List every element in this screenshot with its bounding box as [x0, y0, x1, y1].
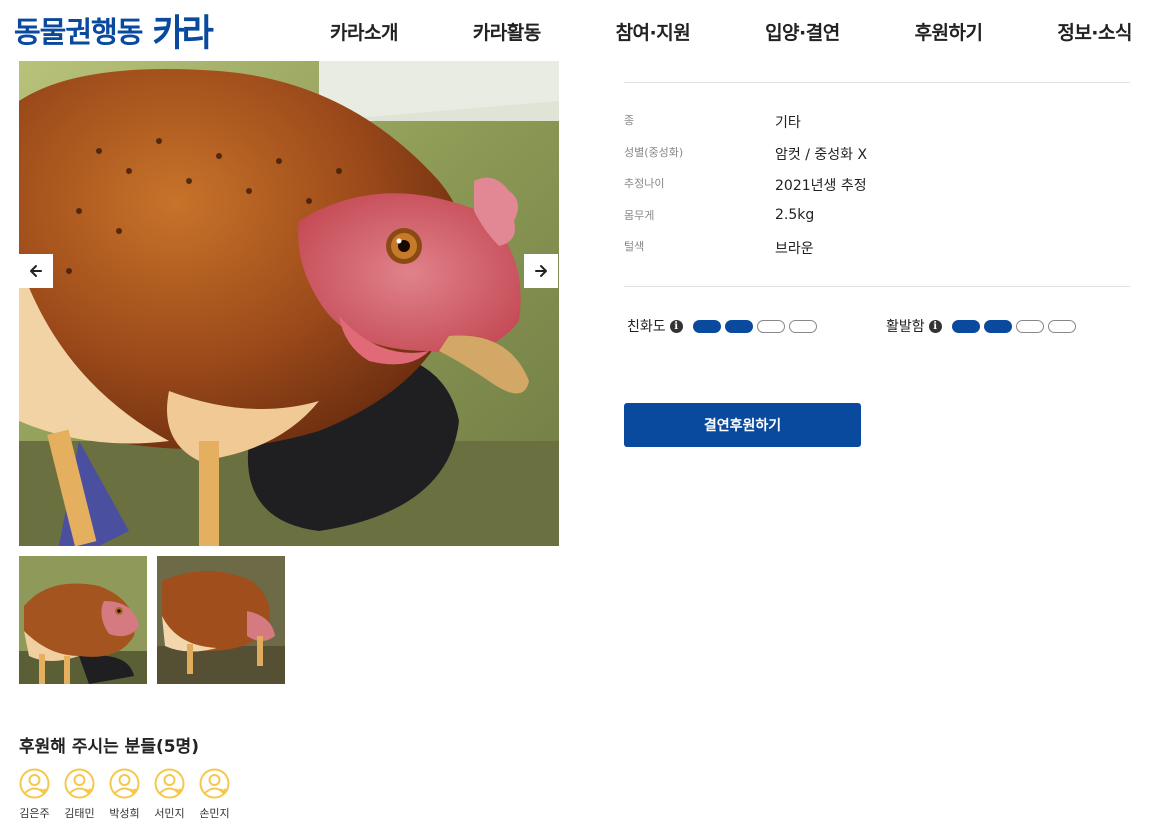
- nav-item-activities[interactable]: 카라활동: [461, 14, 553, 49]
- main-nav: 카라소개 카라활동 참여·지원 입양·결연 후원하기 정보·소식: [318, 14, 1144, 49]
- detail-label: 성별(중성화): [624, 146, 684, 159]
- detail-value: 암컷 / 중성화 X: [775, 147, 868, 163]
- info-icon[interactable]: i: [928, 319, 942, 333]
- supporter-heart-icon: [199, 768, 230, 799]
- logo-text: 동물권행동: [14, 15, 143, 49]
- rating-pill-empty: [1047, 319, 1076, 333]
- supporter-name: 손민지: [199, 807, 230, 820]
- detail-row-species: 종 기타: [624, 112, 1130, 132]
- rating-friendliness: 친화도 i: [627, 316, 821, 336]
- detail-row-sex: 성별(중성화) 암컷 / 중성화 X: [624, 144, 1130, 164]
- gallery-thumbnail[interactable]: [19, 556, 147, 684]
- rating-pill-filled: [724, 319, 753, 333]
- rating-pill-empty: [788, 319, 817, 333]
- site-logo[interactable]: 동물권행동 카라: [14, 10, 214, 55]
- rating-label: 친화도: [627, 319, 666, 335]
- supporters-title: 후원해 주시는 분들(5명): [19, 737, 199, 757]
- supporter-heart-icon: [154, 768, 185, 799]
- supporter-item: 손민지: [199, 768, 230, 821]
- detail-label: 털색: [624, 240, 645, 253]
- site-header: 동물권행동 카라 카라소개 카라활동 참여·지원 입양·결연 후원하기 정보·소…: [0, 0, 1158, 60]
- gallery-prev-button[interactable]: [19, 254, 53, 288]
- arrow-left-icon: [30, 265, 42, 277]
- rating-pill-empty: [1015, 319, 1044, 333]
- detail-row-weight: 몸무게 2.5kg: [624, 207, 1130, 227]
- detail-row-age: 추정나이 2021년생 추정: [624, 175, 1130, 195]
- nav-item-adoption[interactable]: 입양·결연: [753, 14, 852, 49]
- detail-label: 종: [624, 114, 635, 127]
- supporters-list: 김은주 김태민 박성희 서민지 손민지: [19, 768, 230, 821]
- supporter-heart-icon: [64, 768, 95, 799]
- supporter-heart-icon: [19, 768, 50, 799]
- nav-item-donate[interactable]: 후원하기: [903, 14, 995, 49]
- supporter-heart-icon: [109, 768, 140, 799]
- detail-label: 추정나이: [624, 177, 665, 190]
- nav-item-participate[interactable]: 참여·지원: [604, 14, 703, 49]
- supporter-name: 박성희: [109, 807, 140, 820]
- info-icon[interactable]: i: [669, 319, 683, 333]
- detail-value: 2021년생 추정: [775, 178, 867, 194]
- hen-photo-illustration: [19, 61, 559, 546]
- details-top-divider: [624, 82, 1130, 83]
- details-bottom-divider: [624, 286, 1130, 287]
- supporter-name: 김태민: [64, 807, 95, 820]
- rating-pill-filled: [692, 319, 721, 333]
- supporter-item: 김은주: [19, 768, 50, 821]
- detail-value: 2.5kg: [775, 207, 815, 223]
- supporter-name: 서민지: [154, 807, 185, 820]
- rating-pill-filled: [983, 319, 1012, 333]
- rating-activity: 활발함 i: [886, 316, 1080, 336]
- logo-mark: 카라: [152, 12, 213, 55]
- rating-pill-filled: [951, 319, 980, 333]
- supporter-item: 김태민: [64, 768, 95, 821]
- hen-thumbnail-1: [19, 556, 147, 684]
- supporter-name: 김은주: [19, 807, 50, 820]
- detail-label: 몸무게: [624, 209, 655, 222]
- nav-item-about[interactable]: 카라소개: [318, 14, 410, 49]
- nav-item-news[interactable]: 정보·소식: [1045, 14, 1144, 49]
- supporter-item: 박성희: [109, 768, 140, 821]
- sponsor-button[interactable]: 결연후원하기: [624, 403, 861, 447]
- detail-value: 기타: [775, 115, 801, 131]
- hen-thumbnail-2: [157, 556, 285, 684]
- supporter-item: 서민지: [154, 768, 185, 821]
- detail-value: 브라운: [775, 241, 814, 257]
- rating-label: 활발함: [886, 319, 925, 335]
- arrow-right-icon: [535, 265, 547, 277]
- main-animal-photo: [19, 61, 559, 546]
- rating-pill-empty: [756, 319, 785, 333]
- detail-row-color: 털색 브라운: [624, 238, 1130, 258]
- gallery-thumbnail[interactable]: [157, 556, 285, 684]
- gallery-next-button[interactable]: [524, 254, 558, 288]
